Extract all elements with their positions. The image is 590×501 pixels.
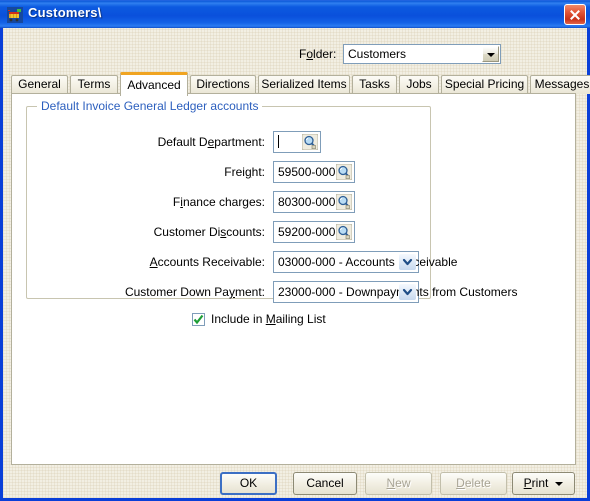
tab-strip: General Terms Advanced Directions Serialized… xyxy=(11,72,590,96)
tab-serialized-items[interactable]: Serialized Items xyxy=(258,75,350,94)
finance-charges-value: 80300-000 xyxy=(278,195,336,209)
freight-label: Freight: xyxy=(224,165,265,179)
customer-down-payment-label: Customer Down Payment: xyxy=(124,285,265,299)
new-button: New xyxy=(365,472,432,495)
default-invoice-gl-accounts-group: Default Invoice General Ledger accounts … xyxy=(26,99,517,303)
tab-tasks[interactable]: Tasks xyxy=(352,75,397,94)
freight-search-icon[interactable] xyxy=(335,163,353,181)
tab-label: Jobs xyxy=(406,77,432,91)
default-department-search-icon[interactable] xyxy=(301,133,319,151)
tab-general[interactable]: General xyxy=(11,75,68,94)
freight-row: Freight: 59500-000 xyxy=(27,161,432,183)
tab-jobs[interactable]: Jobs xyxy=(399,75,439,94)
folder-combobox-value: Customers xyxy=(348,47,407,61)
tab-messages[interactable]: Messages xyxy=(530,75,590,94)
cancel-button[interactable]: Cancel xyxy=(293,472,357,495)
tab-advanced[interactable]: Advanced xyxy=(120,72,188,96)
chevron-down-icon[interactable] xyxy=(482,46,499,62)
finance-charges-lookup-field[interactable]: 80300-000 xyxy=(273,191,355,213)
include-in-mailing-list-checkbox[interactable] xyxy=(192,313,205,326)
tab-label: Serialized Items xyxy=(261,77,347,91)
customer-down-payment-row: Customer Down Payment: 23000-000 - Downpa… xyxy=(27,281,517,303)
folder-label: Folder: xyxy=(299,47,337,61)
folder-combobox[interactable]: Customers xyxy=(343,44,501,64)
tab-directions[interactable]: Directions xyxy=(190,75,256,94)
customer-discounts-label: Customer Discounts: xyxy=(153,225,265,239)
customer-discounts-search-icon[interactable] xyxy=(335,223,353,241)
accounts-receivable-combobox[interactable]: 03000-000 - Accounts Receivable xyxy=(273,251,457,273)
tab-label: Terms xyxy=(77,77,111,91)
dialog-client-area: Folder: Customers General Terms Advanced Di… xyxy=(3,28,590,498)
window-titlebar[interactable]: Customers\ xyxy=(0,0,590,28)
tab-label: Special Pricing xyxy=(444,77,525,91)
customer-discounts-row: Customer Discounts: 59200-000 xyxy=(27,221,432,243)
delete-button: Delete xyxy=(440,472,507,495)
customer-discounts-lookup-field[interactable]: 59200-000 xyxy=(273,221,355,243)
ok-button-label: OK xyxy=(239,476,258,490)
chevron-down-icon[interactable] xyxy=(555,481,564,486)
close-icon[interactable] xyxy=(564,4,586,25)
finance-charges-label: Finance charges: xyxy=(172,195,265,209)
customer-discounts-value: 59200-000 xyxy=(278,225,336,239)
tab-page-advanced: Default Invoice General Ledger accounts … xyxy=(11,93,576,465)
accounts-receivable-row: Accounts Receivable: 03000-000 - Accounts… xyxy=(27,251,457,273)
default-department-text-caret xyxy=(278,135,279,148)
default-department-lookup-field[interactable] xyxy=(273,131,321,153)
customer-down-payment-combobox[interactable]: 23000-000 - Downpayments from Customers xyxy=(273,281,517,303)
include-in-mailing-list-label: Include in Mailing List xyxy=(211,312,326,326)
tab-special-pricing[interactable]: Special Pricing xyxy=(441,75,528,94)
window-title: Customers\ xyxy=(28,5,102,20)
tab-label: Messages xyxy=(534,77,590,91)
shopping-cart-icon xyxy=(6,6,24,24)
tab-label: Advanced xyxy=(127,78,181,92)
freight-lookup-field[interactable]: 59500-000 xyxy=(273,161,355,183)
cancel-button-label: Cancel xyxy=(306,476,344,490)
customers-dialog-window: Customers\ Folder: Customers General Term… xyxy=(0,0,590,501)
print-button-label: Print xyxy=(523,476,549,490)
chevron-down-icon[interactable] xyxy=(399,284,416,300)
dialog-button-bar: OK Cancel New Delete Print xyxy=(3,472,587,498)
ok-button[interactable]: OK xyxy=(220,472,277,495)
new-button-label: New xyxy=(386,476,411,490)
freight-value: 59500-000 xyxy=(278,165,336,179)
tab-label: Directions xyxy=(196,77,250,91)
default-department-label: Default Department: xyxy=(157,135,265,149)
accounts-receivable-value: 03000-000 - Accounts Receivable xyxy=(278,255,458,269)
print-button[interactable]: Print xyxy=(512,472,575,495)
finance-charges-row: Finance charges: 80300-000 xyxy=(27,191,432,213)
chevron-down-icon[interactable] xyxy=(399,254,416,270)
default-department-row: Default Department: xyxy=(27,131,432,153)
delete-button-label: Delete xyxy=(456,476,491,490)
group-title: Default Invoice General Ledger accounts xyxy=(37,99,263,113)
customer-down-payment-value: 23000-000 - Downpayments from Customers xyxy=(278,285,518,299)
tab-label: Tasks xyxy=(359,77,390,91)
accounts-receivable-label: Accounts Receivable: xyxy=(149,255,265,269)
finance-charges-search-icon[interactable] xyxy=(335,193,353,211)
tab-terms[interactable]: Terms xyxy=(70,75,118,94)
tab-label: General xyxy=(18,77,61,91)
